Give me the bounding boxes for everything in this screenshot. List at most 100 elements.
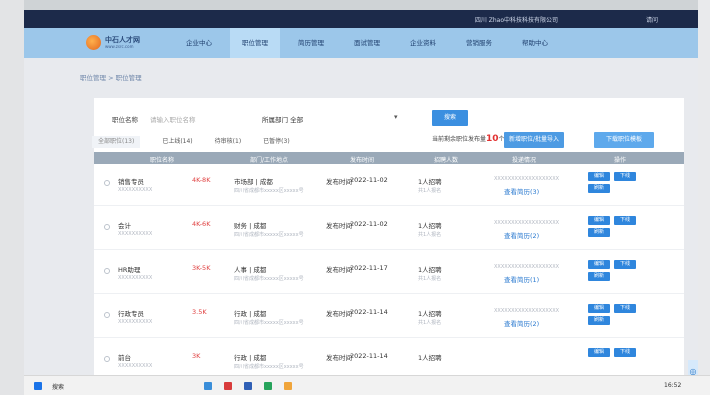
chevron-down-icon[interactable]: ▾ (394, 113, 398, 121)
table-row: 会计 XXXXXXXXXX 4K-6K 财务 | 成都 四川省成都市xxxxx区… (94, 210, 684, 250)
job-title[interactable]: 行政专员 (118, 308, 144, 318)
table-row: HR助理 XXXXXXXXXX 3K-5K 人事 | 成都 四川省成都市xxxx… (94, 254, 684, 294)
offline-button[interactable]: 下线 (614, 348, 636, 357)
nav-item-interviews[interactable]: 面试管理 (342, 28, 392, 58)
app-icon[interactable] (264, 382, 272, 390)
offline-button[interactable]: 下线 (614, 172, 636, 181)
edit-button[interactable]: 编辑 (588, 348, 610, 357)
job-title[interactable]: HR助理 (118, 264, 140, 274)
offline-button[interactable]: 下线 (614, 260, 636, 269)
job-count-sub: 共1人报名 (418, 320, 442, 326)
job-count: 1人招聘 (418, 178, 442, 186)
offline-button[interactable]: 下线 (614, 216, 636, 225)
main-content: 职位管理 > 职位管理 职位名称 请输入职位名称 所属部门 全部 ▾ 搜索 全部… (24, 58, 698, 388)
department-label: 所属部门 (262, 116, 288, 124)
row-select-radio[interactable] (104, 224, 110, 230)
edit-button[interactable]: 编辑 (588, 260, 610, 269)
site-logo[interactable]: 中石人才网 www.zsrc.com (86, 35, 140, 50)
app-icon[interactable] (224, 382, 232, 390)
refresh-button[interactable]: 刷新 (588, 316, 610, 325)
breadcrumb[interactable]: 职位管理 > 职位管理 (80, 72, 142, 82)
nav-item-profile[interactable]: 企业资料 (398, 28, 448, 58)
job-subtitle: XXXXXXXXXX (118, 231, 153, 237)
nav-menu: 企业中心 职位管理 简历管理 面试管理 企业资料 营销服务 帮助中心 (174, 28, 566, 58)
keyword-input[interactable]: 请输入职位名称 (150, 114, 196, 124)
apply-status: XXXXXXXXXXXXXXXXXXX (494, 264, 560, 270)
view-resumes-link[interactable]: 查看简历(2) (504, 318, 539, 328)
job-date-label: 发布时间 (326, 310, 352, 318)
nav-item-services[interactable]: 营销服务 (454, 28, 504, 58)
right-edge (698, 0, 710, 395)
view-resumes-link[interactable]: 查看简历(1) (504, 274, 539, 284)
job-salary: 4K-6K (192, 220, 211, 228)
nav-item-help[interactable]: 帮助中心 (510, 28, 560, 58)
download-template-button[interactable]: 下载职位模板 (594, 132, 654, 148)
search-button[interactable]: 搜索 (432, 110, 468, 126)
nav-item-jobs[interactable]: 职位管理 (230, 28, 280, 58)
left-edge (0, 0, 24, 395)
tab-online[interactable]: 已上线(14) (162, 136, 192, 148)
job-title[interactable]: 前台 (118, 352, 131, 362)
job-salary: 3.5K (192, 308, 207, 316)
edit-button[interactable]: 编辑 (588, 172, 610, 181)
job-date: 2022-11-14 (350, 352, 388, 360)
department-select[interactable]: 所属部门 全部 (262, 114, 303, 124)
user-link[interactable]: 请问 (646, 15, 658, 24)
quota-value: 10 (486, 134, 499, 144)
tab-paused[interactable]: 已暂停(3) (263, 136, 290, 148)
job-subtitle: XXXXXXXXXX (118, 319, 153, 325)
job-panel: 职位名称 请输入职位名称 所属部门 全部 ▾ 搜索 全部职位(13) 已上线(1… (92, 98, 684, 388)
view-resumes-link[interactable]: 查看简历(3) (504, 186, 539, 196)
job-subtitle: XXXXXXXXXX (118, 275, 153, 281)
offline-button[interactable]: 下线 (614, 304, 636, 313)
row-select-radio[interactable] (104, 312, 110, 318)
header-date: 发布时间 (350, 157, 375, 164)
job-subtitle: XXXXXXXXXX (118, 363, 153, 369)
job-date-label: 发布时间 (326, 222, 352, 230)
add-job-button[interactable]: 新增职位/批量导入 (504, 132, 564, 148)
taskbar: 搜索 16:52 (24, 375, 710, 395)
tab-pending[interactable]: 待审核(1) (215, 136, 242, 148)
job-date: 2022-11-14 (350, 308, 388, 316)
job-date-label: 发布时间 (326, 178, 352, 186)
status-tabs: 全部职位(13) 已上线(14) 待审核(1) 已暂停(3) (92, 136, 312, 148)
refresh-button[interactable]: 刷新 (588, 184, 610, 193)
filter-row: 职位名称 请输入职位名称 所属部门 全部 ▾ 搜索 (112, 110, 672, 126)
apply-status: XXXXXXXXXXXXXXXXXXX (494, 176, 560, 182)
job-dept: 行政 | 成都 (234, 354, 267, 362)
job-title[interactable]: 会计 (118, 220, 131, 230)
header-apply: 投递情况 (512, 157, 537, 164)
nav-bar: 中石人才网 www.zsrc.com 企业中心 职位管理 简历管理 面试管理 企… (24, 28, 698, 58)
app-icon[interactable] (204, 382, 212, 390)
nav-item-home[interactable]: 企业中心 (174, 28, 224, 58)
tab-all[interactable]: 全部职位(13) (92, 136, 141, 148)
job-date-label: 发布时间 (326, 354, 352, 362)
windows-start-icon[interactable] (34, 382, 42, 390)
job-count-sub: 共1人报名 (418, 276, 442, 282)
nav-item-resumes[interactable]: 简历管理 (286, 28, 336, 58)
row-select-radio[interactable] (104, 356, 110, 362)
job-dept: 财务 | 成都 (234, 222, 267, 230)
logo-subtext: www.zsrc.com (105, 44, 134, 49)
edit-button[interactable]: 编辑 (588, 216, 610, 225)
keyword-label: 职位名称 (112, 116, 138, 124)
header-count: 招聘人数 (434, 157, 459, 164)
job-title[interactable]: 销售专员 (118, 176, 144, 186)
row-select-radio[interactable] (104, 180, 110, 186)
edit-button[interactable]: 编辑 (588, 304, 610, 313)
job-date: 2022-11-02 (350, 220, 388, 228)
view-resumes-link[interactable]: 查看简历(2) (504, 230, 539, 240)
job-count-sub: 共1人报名 (418, 188, 442, 194)
row-select-radio[interactable] (104, 268, 110, 274)
taskbar-search[interactable]: 搜索 (52, 382, 64, 391)
refresh-button[interactable]: 刷新 (588, 228, 610, 237)
apply-status: XXXXXXXXXXXXXXXXXXX (494, 220, 560, 226)
job-location: 四川省成都市xxxxx区xxxxx号 (234, 320, 304, 326)
app-icon[interactable] (284, 382, 292, 390)
job-count-sub: 共1人报名 (418, 232, 442, 238)
logo-icon (86, 35, 101, 50)
refresh-button[interactable]: 刷新 (588, 272, 610, 281)
job-dept: 行政 | 成都 (234, 310, 267, 318)
app-icon[interactable] (244, 382, 252, 390)
quota-prefix: 当前剩余职位发布量 (432, 136, 487, 143)
